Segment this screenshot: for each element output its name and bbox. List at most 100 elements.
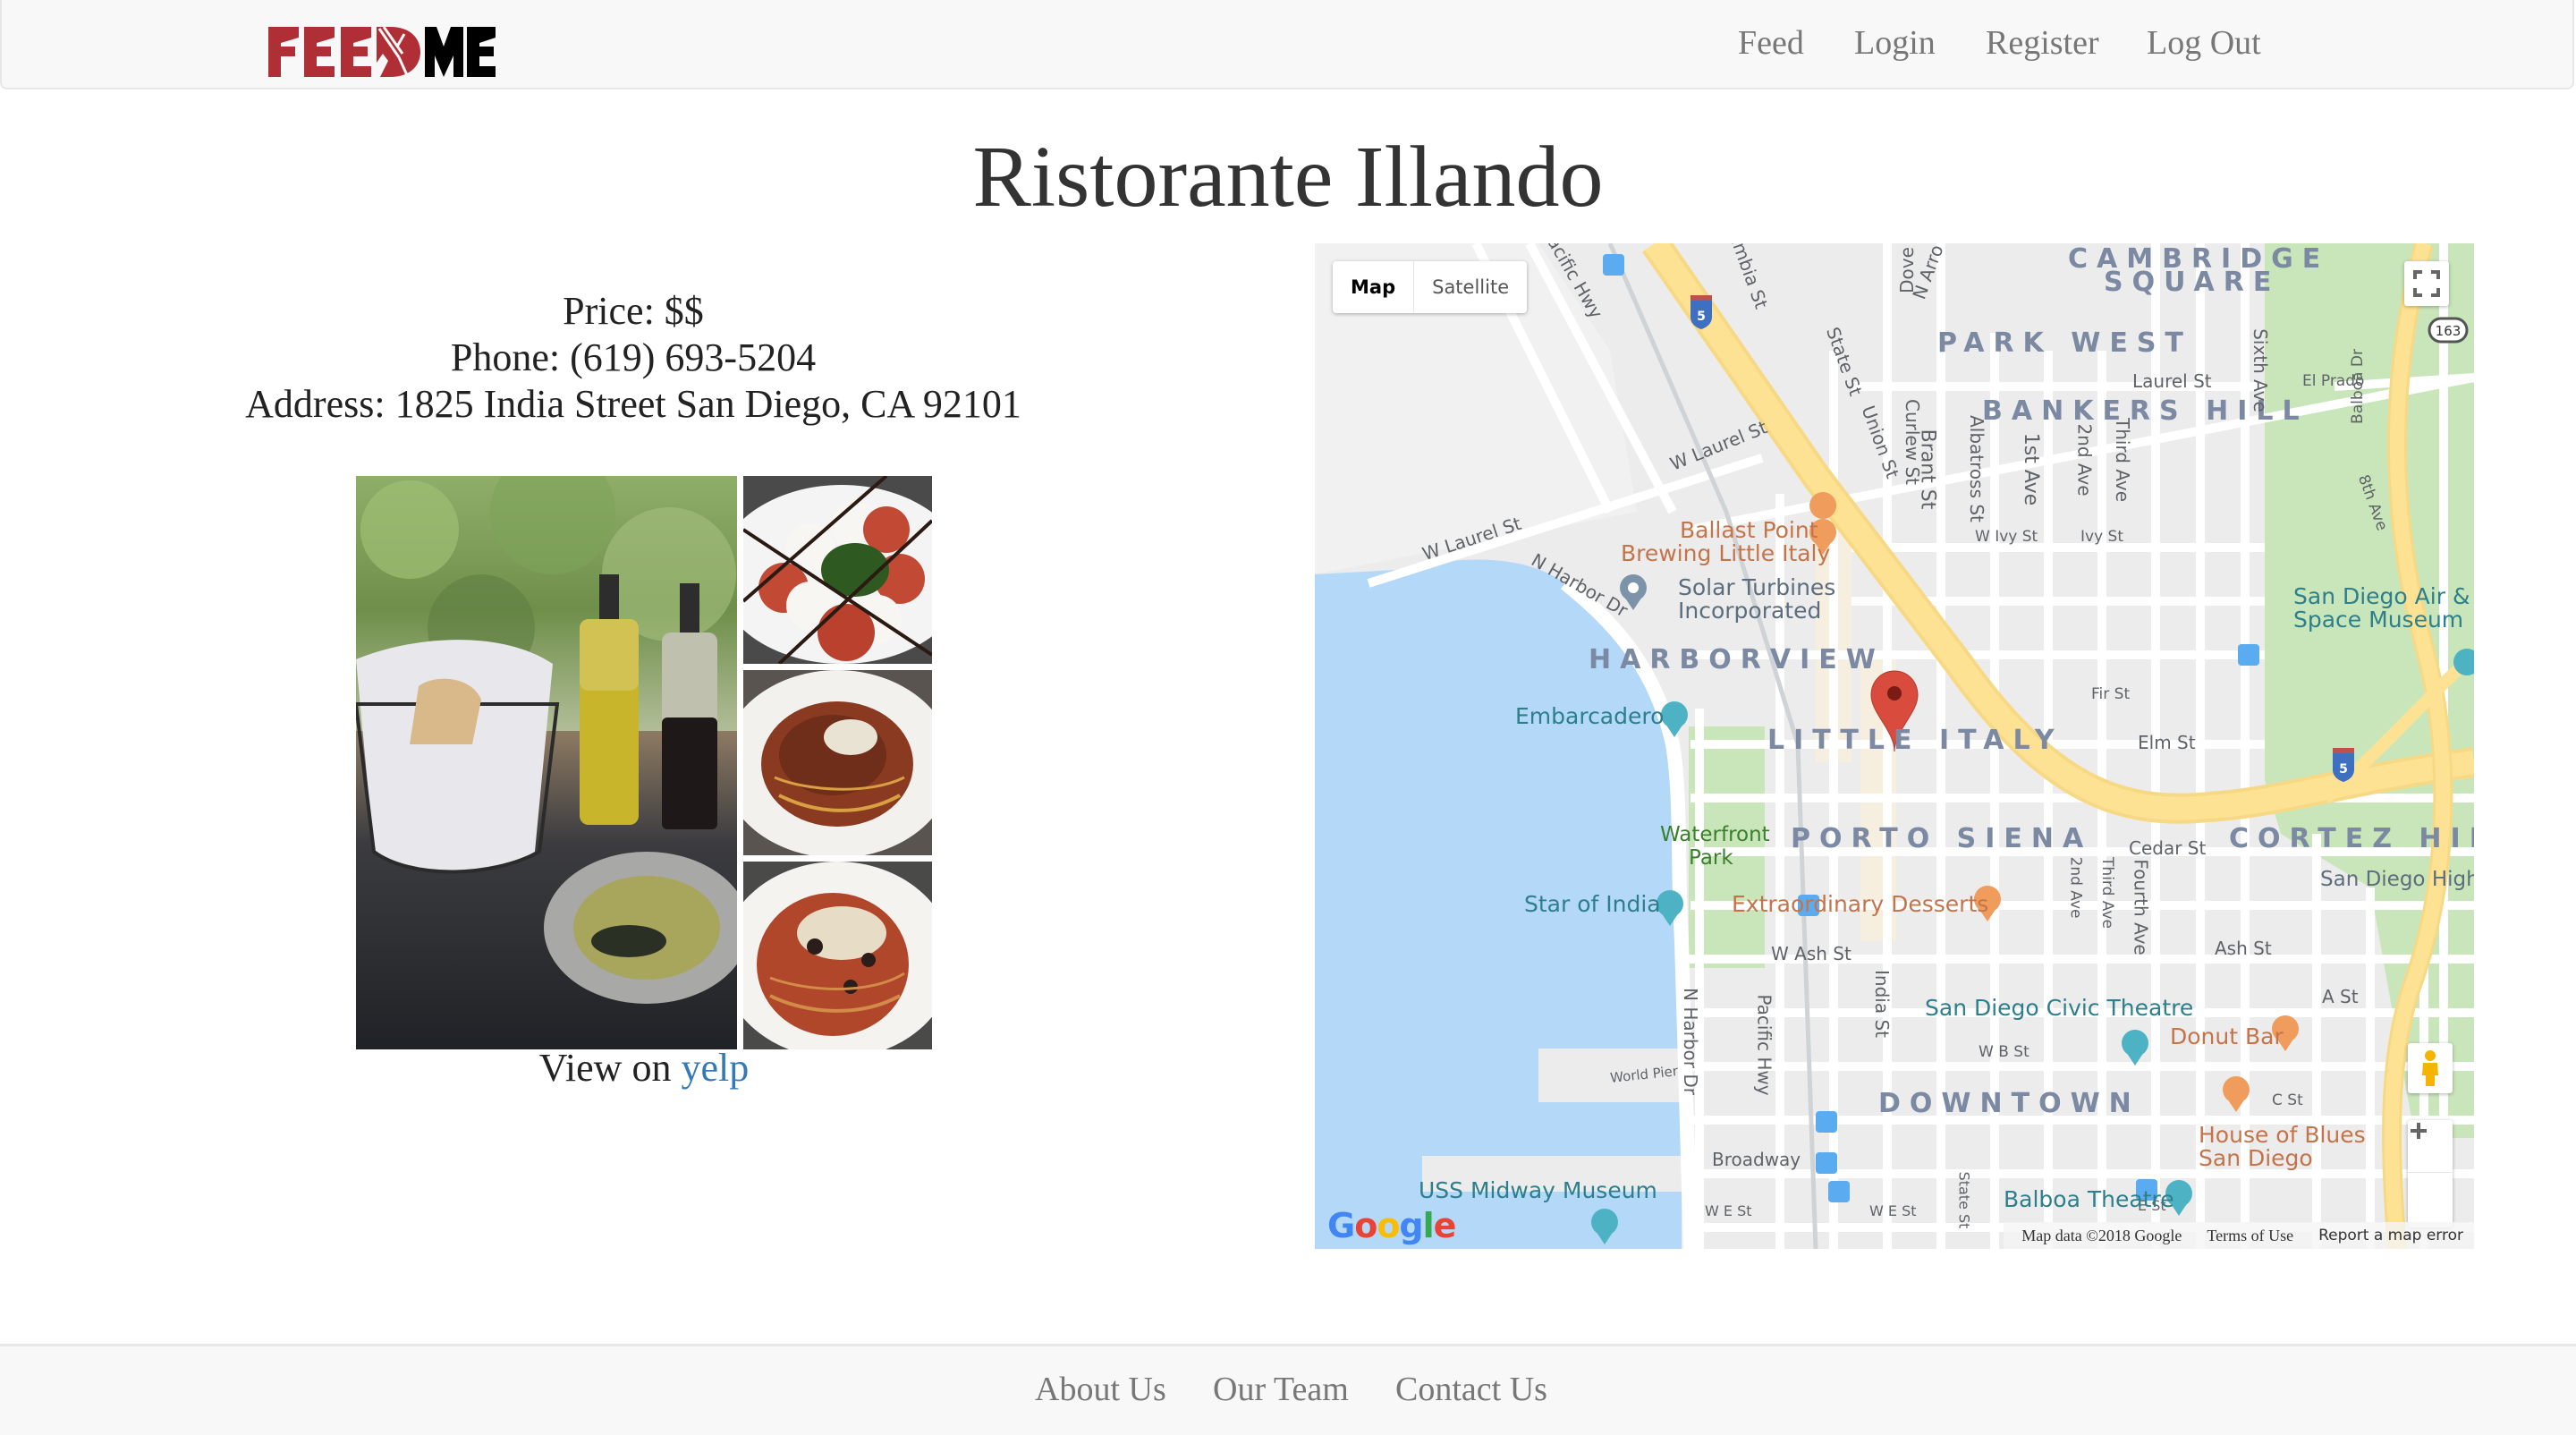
district-park-west: PARK WEST [1937, 327, 2192, 359]
street-a-st: A St [2322, 986, 2359, 1007]
map-data-credit: Map data ©2018 Google [2021, 1226, 2182, 1244]
i5-shield-icon: 5 [1690, 295, 1712, 329]
street-fir: Fir St [2091, 685, 2131, 703]
restaurant-info: Price: $$ Phone: (619) 693-5204 Address:… [186, 288, 1080, 428]
nav-feed[interactable]: Feed [1738, 23, 1804, 63]
map-type-satellite-button[interactable]: Satellite [1414, 261, 1527, 313]
google-logo[interactable]: Google [1327, 1206, 1456, 1245]
footer-contact-us[interactable]: Contact Us [1395, 1370, 1547, 1409]
ca163-shield-label: 163 [2436, 323, 2462, 339]
street-w-b: W B St [1979, 1043, 2029, 1061]
district-porto-siena: PORTO SIENA [1791, 823, 2093, 854]
report-map-error-link[interactable]: Report a map error [2318, 1227, 2463, 1244]
street-el-prado: El Prado [2302, 372, 2365, 390]
yelp-link[interactable]: yelp [681, 1046, 749, 1090]
fullscreen-icon [2413, 270, 2440, 297]
nav-logout[interactable]: Log Out [2147, 23, 2261, 63]
street-elm: Elm St [2138, 732, 2196, 753]
street-state-2: State St [1955, 1171, 1973, 1229]
street-broadway: Broadway [1712, 1149, 1801, 1170]
district-cambridge-2: SQUARE [2104, 267, 2281, 298]
restaurant-name: Ristorante Illando [972, 129, 1604, 225]
navbar: Feed Login Register Log Out [0, 0, 2574, 89]
address: Address: 1825 India Street San Diego, CA… [245, 382, 1021, 426]
street-w-ivy: W Ivy St [1975, 528, 2038, 546]
phone: Phone: (619) 693-5204 [450, 335, 817, 379]
poi-civic-theatre[interactable]: San Diego Civic Theatre [1925, 995, 2193, 1021]
poi-embarcadero[interactable]: Embarcadero [1515, 703, 1664, 729]
street-india: India St [1870, 970, 1893, 1038]
poi-solar-1[interactable]: Solar Turbines [1678, 574, 1835, 600]
terms-of-use-link[interactable]: Terms of Use [2207, 1227, 2293, 1245]
fullscreen-button[interactable] [2404, 261, 2449, 306]
street-fourth-ave: Fourth Ave [2130, 859, 2152, 955]
ca163-shield-icon: 163 [2428, 317, 2469, 344]
view-on-yelp: View on yelp [356, 1045, 932, 1091]
view-on-label: View on [538, 1046, 672, 1090]
district-little-italy: LITTLE ITALY [1767, 725, 2063, 756]
street-brant: Brant St [1916, 429, 1939, 510]
photo-bread-oil [356, 476, 737, 1049]
footer-about-us[interactable]: About Us [1035, 1370, 1166, 1409]
poi-air-space-2[interactable]: Space Museum [2293, 607, 2463, 633]
zoom-out-button[interactable] [2408, 1129, 2453, 1227]
poi-star-of-india[interactable]: Star of India [1524, 891, 1661, 917]
feedme-logo[interactable] [268, 25, 585, 79]
street-view-pegman[interactable] [2408, 1043, 2453, 1093]
poi-solar-2[interactable]: Incorporated [1678, 598, 1821, 624]
street-1st-ave: 1st Ave [2020, 432, 2043, 506]
footer: About Us Our Team Contact Us [0, 1344, 2576, 1435]
street-laurel: Laurel St [2132, 370, 2212, 392]
poi-donut-bar[interactable]: Donut Bar [2170, 1023, 2284, 1049]
district-downtown: DOWNTOWN [1878, 1088, 2140, 1119]
street-w-e-2: W E St [1869, 1202, 1917, 1219]
google-map[interactable]: 5 5 163 CAMBRIDGE SQUARE PARK WEST BANKE… [1315, 243, 2474, 1249]
poi-house-of-blues-1[interactable]: House of Blues [2199, 1122, 2366, 1148]
street-2nd-ave-b: 2nd Ave [2066, 856, 2085, 919]
zoom-control [2408, 1120, 2453, 1227]
street-albatross: Albatross St [1965, 415, 1987, 522]
poi-extraordinary-desserts[interactable]: Extraordinary Desserts [1732, 891, 1988, 917]
street-cedar: Cedar St [2129, 837, 2207, 859]
map-attribution: Map data ©2018 Google Terms of Use Repor… [2004, 1222, 2474, 1249]
poi-air-space-1[interactable]: San Diego Air & [2293, 583, 2470, 609]
street-pacific-hwy: Pacific Hwy [1753, 994, 1775, 1096]
nav-register[interactable]: Register [1986, 23, 2099, 63]
street-2nd-ave: 2nd Ave [2073, 423, 2096, 497]
pegman-icon [2422, 1050, 2438, 1086]
photo-spaghetti [743, 862, 932, 1049]
poi-waterfront-1[interactable]: Waterfront [1660, 823, 1770, 846]
poi-house-of-blues-2[interactable]: San Diego [2199, 1145, 2313, 1171]
street-third-ave-b: Third Ave [2097, 857, 2116, 929]
district-harborview: HARBORVIEW [1589, 644, 1885, 675]
nav-login[interactable]: Login [1854, 23, 1936, 63]
district-cortez-hill: CORTEZ HILL [2229, 823, 2474, 854]
i5-shield-label: 5 [2339, 762, 2348, 777]
street-w-e-1: W E St [1705, 1202, 1752, 1219]
minus-icon [2411, 1129, 2427, 1133]
poi-ballast-1[interactable]: Ballast Point [1680, 517, 1818, 543]
street-ivy: Ivy St [2080, 528, 2123, 546]
street-c-st: C St [2272, 1091, 2303, 1109]
poi-sd-high[interactable]: San Diego High [2320, 868, 2474, 891]
photo-thumb-1[interactable] [743, 476, 932, 664]
poi-waterfront-2[interactable]: Park [1689, 846, 1733, 870]
photo-thumb-2[interactable] [743, 670, 932, 855]
i5-shield-label: 5 [1697, 310, 1706, 324]
photo-bolognese [743, 670, 932, 855]
footer-our-team[interactable]: Our Team [1213, 1370, 1349, 1409]
street-ash: Ash St [2215, 938, 2272, 959]
street-third-ave: Third Ave [2112, 417, 2134, 503]
photo-main[interactable] [356, 476, 737, 1049]
photo-thumb-3[interactable] [743, 862, 932, 1049]
i5-shield-icon: 5 [2333, 748, 2354, 782]
poi-ballast-2[interactable]: Brewing Little Italy [1621, 540, 1830, 566]
street-n-harbor-2: N Harbor Dr [1679, 988, 1701, 1095]
street-w-ash: W Ash St [1771, 943, 1852, 964]
map-type-map-button[interactable]: Map [1333, 261, 1415, 313]
logo-graphic [268, 26, 496, 77]
street-sixth-ave: Sixth Ave [2249, 328, 2271, 412]
poi-uss-midway[interactable]: USS Midway Museum [1419, 1177, 1657, 1203]
poi-balboa-theatre[interactable]: Balboa Theatre [2004, 1186, 2174, 1212]
price: Price: $$ [563, 289, 704, 333]
